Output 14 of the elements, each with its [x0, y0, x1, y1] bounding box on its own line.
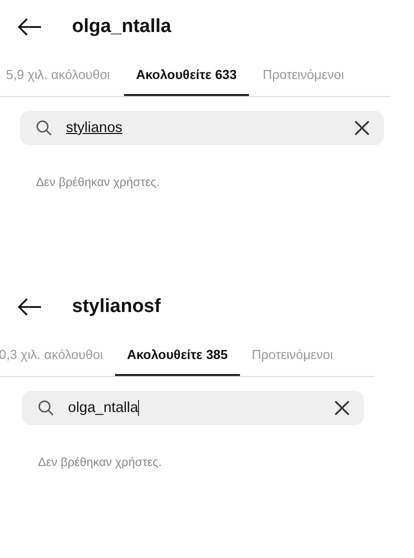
username-title: olga_ntalla: [72, 16, 172, 38]
tab[interactable]: Ακολουθείτε 385: [114, 338, 240, 376]
search-field[interactable]: stylianos: [20, 111, 384, 145]
back-arrow-icon[interactable]: [18, 18, 42, 36]
search-icon: [38, 400, 54, 416]
empty-results-message: Δεν βρέθηκαν χρήστες.: [36, 175, 161, 189]
username-title: stylianosf: [72, 296, 161, 318]
empty-results-message: Δεν βρέθηκαν χρήστες.: [38, 455, 163, 469]
search-icon: [36, 120, 52, 136]
clear-icon[interactable]: [354, 120, 370, 136]
clear-icon[interactable]: [334, 400, 350, 416]
back-arrow-icon[interactable]: [18, 298, 42, 316]
tab[interactable]: Ακολουθείτε 633: [124, 58, 249, 96]
search-field[interactable]: olga_ntalla: [22, 391, 364, 425]
